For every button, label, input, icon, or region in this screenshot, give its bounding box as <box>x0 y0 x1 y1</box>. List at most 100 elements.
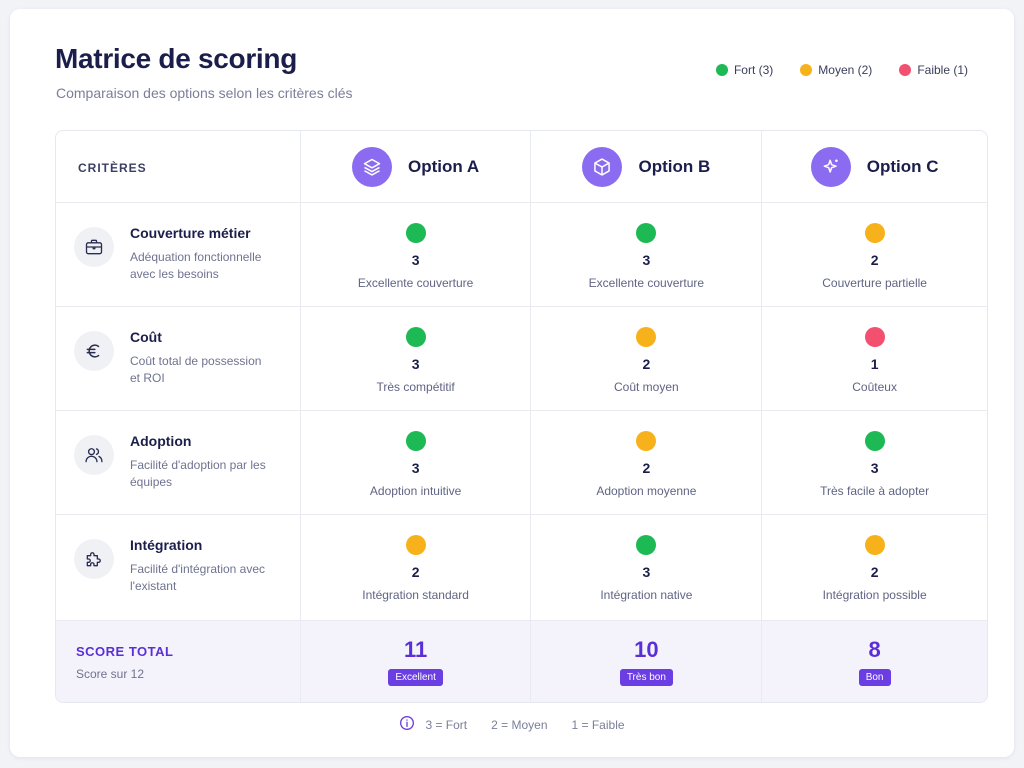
score-cell: 1 Coûteux <box>762 307 987 410</box>
scoring-matrix: CRITÈRES Option A Option B Option C Couv… <box>55 130 988 703</box>
option-a-header: Option A <box>301 131 532 202</box>
score-value: 3 <box>870 460 879 476</box>
score-label: Intégration standard <box>362 588 469 602</box>
total-cell: 10 Très bon <box>531 621 763 702</box>
green-dot-icon <box>715 64 728 76</box>
score-value: 2 <box>411 564 420 580</box>
total-cell: 11 Excellent <box>301 621 532 702</box>
score-cell: 3 Très compétitif <box>301 307 532 410</box>
scale-item: 1 = Faible <box>571 717 625 732</box>
criteria-header-cell: CRITÈRES <box>56 131 301 202</box>
score-label: Très compétitif <box>376 380 455 394</box>
score-label: Coût moyen <box>614 380 679 394</box>
score-cell: 3 Excellente couverture <box>531 203 763 306</box>
header-row: CRITÈRES Option A Option B Option C <box>56 131 987 203</box>
criterion-name: Couverture métier <box>130 225 251 241</box>
rating-badge: Bon <box>858 669 891 686</box>
legend-label: Moyen (2) <box>818 63 873 77</box>
legend-item-moyen: Moyen (2) <box>800 63 872 77</box>
criterion-row-integration: Intégration Facilité d'intégration avec … <box>56 515 987 621</box>
legend-label: Fort (3) <box>733 63 774 77</box>
score-dot-icon <box>405 535 426 555</box>
score-value: 1 <box>870 356 879 372</box>
score-value: 2 <box>870 564 879 580</box>
total-value: 11 <box>403 637 428 662</box>
score-value: 3 <box>642 252 651 268</box>
users-icon <box>74 435 114 475</box>
rating-badge: Très bon <box>619 669 673 686</box>
criterion-desc: Adéquation fonctionnelle avec les besoin… <box>130 250 262 281</box>
legend-item-faible: Faible (1) <box>899 63 968 77</box>
option-c-header: Option C <box>762 131 987 202</box>
score-value: 3 <box>411 356 420 372</box>
info-icon <box>399 715 415 734</box>
score-cell: 2 Adoption moyenne <box>531 411 763 514</box>
score-dot-icon <box>636 535 657 555</box>
option-name: Option B <box>638 156 711 176</box>
criteria-header: CRITÈRES <box>78 161 147 175</box>
criterion-row-couverture: Couverture métier Adéquation fonctionnel… <box>56 203 987 307</box>
cube-icon <box>582 146 623 187</box>
puzzle-icon <box>74 539 114 579</box>
score-cell: 2 Couverture partielle <box>762 203 987 306</box>
score-cell: 3 Très facile à adopter <box>762 411 987 514</box>
score-dot-icon <box>405 327 426 347</box>
total-row: SCORE TOTAL Score sur 12 11 Excellent 10… <box>56 621 987 702</box>
option-name: Option C <box>866 156 939 176</box>
option-b-header: Option B <box>531 131 763 202</box>
score-label: Adoption moyenne <box>596 484 697 498</box>
score-dot-icon <box>864 431 885 451</box>
score-cell: 2 Intégration possible <box>762 515 987 620</box>
score-dot-icon <box>864 223 885 243</box>
red-dot-icon <box>899 64 912 76</box>
briefcase-icon <box>74 227 114 267</box>
sparkle-icon <box>810 146 851 187</box>
scale-item: 3 = Fort <box>425 717 468 732</box>
scale-item: 2 = Moyen <box>491 717 548 732</box>
score-value: 2 <box>870 252 879 268</box>
score-cell: 3 Excellente couverture <box>301 203 532 306</box>
total-value: 10 <box>634 637 659 662</box>
total-value: 8 <box>868 637 881 662</box>
score-value: 3 <box>411 460 420 476</box>
criterion-desc: Facilité d'intégration avec l'existant <box>130 562 266 593</box>
scale-footer: 3 = Fort 2 = Moyen 1 = Faible <box>0 715 1024 734</box>
score-dot-icon <box>405 431 426 451</box>
score-dot-icon <box>864 327 885 347</box>
legend: Fort (3) Moyen (2) Faible (1) <box>715 63 968 77</box>
score-dot-icon <box>405 223 426 243</box>
criterion-desc: Facilité d'adoption par les équipes <box>130 458 266 489</box>
total-sub: Score sur 12 <box>76 667 145 681</box>
score-cell: 3 Intégration native <box>531 515 763 620</box>
score-label: Coûteux <box>852 380 897 394</box>
score-dot-icon <box>636 327 657 347</box>
legend-label: Faible (1) <box>917 63 968 77</box>
total-cell: 8 Bon <box>762 621 987 702</box>
option-name: Option A <box>408 156 480 176</box>
score-cell: 2 Intégration standard <box>301 515 532 620</box>
score-label: Excellente couverture <box>357 276 474 290</box>
layers-icon <box>352 146 393 187</box>
yellow-dot-icon <box>800 64 813 76</box>
score-value: 2 <box>642 460 651 476</box>
criterion-row-adoption: Adoption Facilité d'adoption par les équ… <box>56 411 987 515</box>
page-title: Matrice de scoring <box>55 43 298 74</box>
score-label: Couverture partielle <box>822 276 927 290</box>
score-cell: 3 Adoption intuitive <box>301 411 532 514</box>
legend-item-fort: Fort (3) <box>715 63 774 77</box>
criterion-name: Adoption <box>130 433 192 449</box>
score-dot-icon <box>636 223 657 243</box>
criterion-desc: Coût total de possession et ROI <box>130 354 262 385</box>
score-dot-icon <box>636 431 657 451</box>
euro-icon <box>74 331 114 371</box>
score-label: Intégration possible <box>822 588 927 602</box>
score-dot-icon <box>864 535 885 555</box>
score-label: Très facile à adopter <box>820 484 930 498</box>
score-value: 3 <box>411 252 420 268</box>
criterion-name: Intégration <box>130 537 203 553</box>
score-value: 2 <box>642 356 651 372</box>
total-label: SCORE TOTAL <box>76 644 174 659</box>
page-subtitle: Comparaison des options selon les critèr… <box>56 85 353 101</box>
score-label: Intégration native <box>600 588 693 602</box>
score-value: 3 <box>642 564 651 580</box>
